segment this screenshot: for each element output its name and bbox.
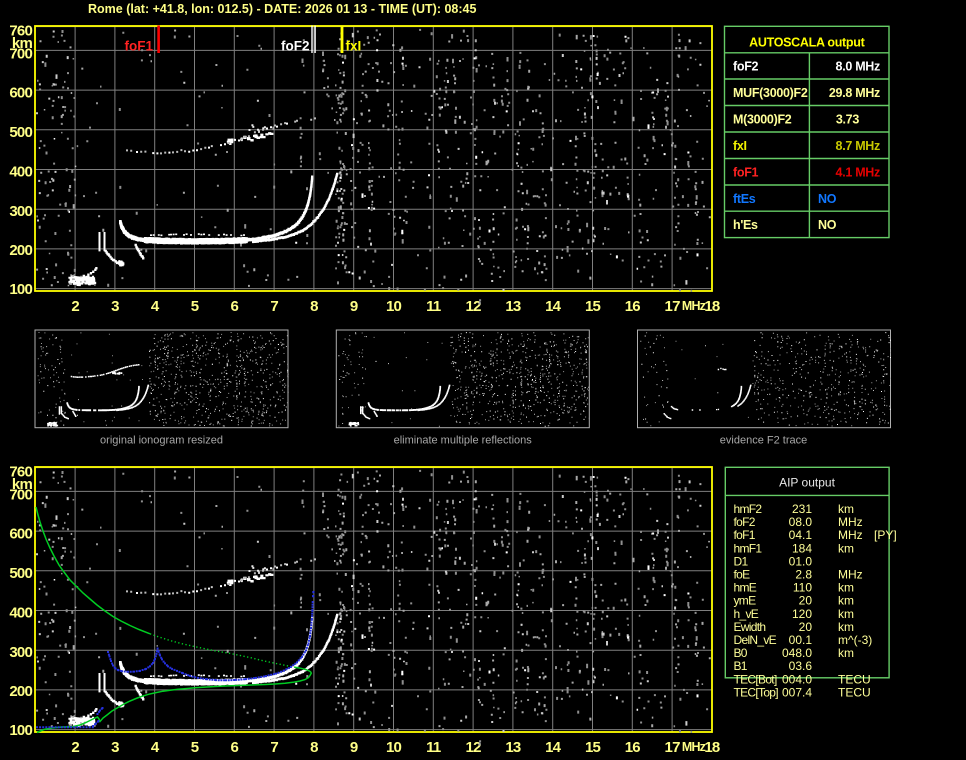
svg-text:03.6: 03.6 [789,659,813,673]
svg-text:km: km [838,646,854,660]
svg-text:[PY]: [PY] [874,528,897,542]
svg-text:01.0: 01.0 [789,554,813,568]
svg-text:km: km [838,594,854,608]
svg-text:ymE: ymE [734,594,757,608]
svg-text:DelN_vE: DelN_vE [734,633,777,647]
svg-text:29.8 MHz: 29.8 MHz [829,86,880,100]
svg-text:B0: B0 [734,646,748,660]
svg-text:120: 120 [792,607,812,621]
svg-text:NO: NO [818,218,837,232]
svg-text:hmE: hmE [734,581,757,595]
svg-text:foF1: foF1 [125,39,154,54]
svg-text:TEC[Bot]: TEC[Bot] [734,672,777,686]
svg-text:TECU: TECU [838,685,871,699]
svg-text:Ewidth: Ewidth [734,620,766,634]
svg-text:fxI: fxI [346,39,362,54]
svg-text:evidence F2 trace: evidence F2 trace [720,435,807,447]
svg-text:20: 20 [799,594,813,608]
svg-text:TECU: TECU [838,672,871,686]
svg-text:foE: foE [734,568,751,582]
svg-text:MHz: MHz [838,528,863,542]
svg-text:8.7 MHz: 8.7 MHz [836,139,880,153]
svg-text:hmF2: hmF2 [734,502,763,516]
svg-text:2.8: 2.8 [795,568,812,582]
svg-text:D1: D1 [734,554,749,568]
svg-text:AUTOSCALA output: AUTOSCALA output [749,36,865,50]
svg-text:NO: NO [818,192,837,206]
svg-text:eliminate multiple reflections: eliminate multiple reflections [394,435,533,447]
svg-text:km: km [838,581,854,595]
svg-text:004.0: 004.0 [782,672,812,686]
svg-text:km: km [838,607,854,621]
svg-text:km: km [838,502,854,516]
svg-text:original ionogram resized: original ionogram resized [100,435,223,447]
svg-text:h'Es: h'Es [733,218,758,232]
svg-text:hmF1: hmF1 [734,541,763,555]
svg-text:B1: B1 [734,659,748,673]
svg-text:231: 231 [792,502,812,516]
svg-text:TEC[Top]: TEC[Top] [734,685,779,699]
svg-text:3.73: 3.73 [836,113,859,127]
svg-text:ftEs: ftEs [733,192,756,206]
svg-text:foF2: foF2 [733,60,759,74]
svg-text:110: 110 [793,581,812,595]
svg-text:m^(-3): m^(-3) [838,633,872,647]
svg-text:04.1: 04.1 [789,528,813,542]
svg-text:AIP output: AIP output [779,476,835,490]
svg-text:4.1 MHz: 4.1 MHz [836,166,880,180]
svg-text:km: km [838,620,854,634]
svg-text:h_vE: h_vE [734,607,759,621]
svg-text:00.1: 00.1 [789,633,813,647]
svg-text:007.4: 007.4 [782,685,812,699]
svg-text:184: 184 [792,541,812,555]
svg-text:08.0: 08.0 [789,515,813,529]
svg-text:foF1: foF1 [734,528,756,542]
svg-text:foF1: foF1 [733,166,759,180]
svg-text:MHz: MHz [838,515,863,529]
svg-text:fxI: fxI [733,139,747,153]
svg-text:8.0 MHz: 8.0 MHz [836,60,880,74]
svg-text:foF2: foF2 [281,39,310,54]
svg-text:MUF(3000)F2: MUF(3000)F2 [733,86,808,100]
svg-text:MHz: MHz [838,568,863,582]
svg-text:M(3000)F2: M(3000)F2 [733,113,792,127]
svg-text:km: km [838,541,854,555]
svg-text:Rome (lat: +41.8, lon: 012.5): Rome (lat: +41.8, lon: 012.5) - DATE: 20… [88,2,476,16]
svg-text:foF2: foF2 [734,515,756,529]
svg-text:048.0: 048.0 [782,646,812,660]
svg-text:20: 20 [799,620,813,634]
